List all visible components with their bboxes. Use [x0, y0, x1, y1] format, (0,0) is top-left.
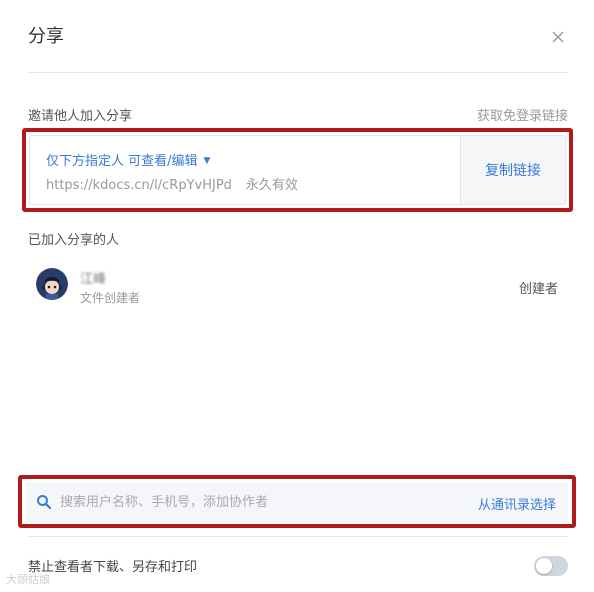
- members-section-label: 已加入分享的人: [28, 233, 120, 248]
- member-role: 创建者: [518, 282, 558, 297]
- member-subtitle: 文件创建者: [80, 291, 141, 305]
- get-free-login-link[interactable]: 获取免登录链接: [477, 105, 568, 124]
- highlight-frame-search: [18, 475, 576, 528]
- footer-divider: [28, 536, 568, 537]
- close-button[interactable]: [548, 27, 568, 47]
- close-icon: [552, 31, 564, 43]
- watermark: 大頭姑娘: [6, 571, 50, 587]
- member-row: 江峰 文件创建者 创建者: [36, 268, 558, 308]
- header-divider: [28, 72, 568, 73]
- dialog-title: 分享: [28, 26, 64, 47]
- highlight-frame-link: [22, 128, 573, 212]
- member-name: 江峰: [80, 272, 107, 287]
- avatar: [36, 268, 68, 300]
- invite-section-label: 邀请他人加入分享: [28, 109, 133, 124]
- toggle-knob: [536, 558, 552, 574]
- forbid-download-label: 禁止查看者下载、另存和打印: [28, 560, 198, 575]
- watermark-text: 大頭姑娘: [6, 573, 50, 586]
- forbid-download-toggle[interactable]: [534, 556, 568, 576]
